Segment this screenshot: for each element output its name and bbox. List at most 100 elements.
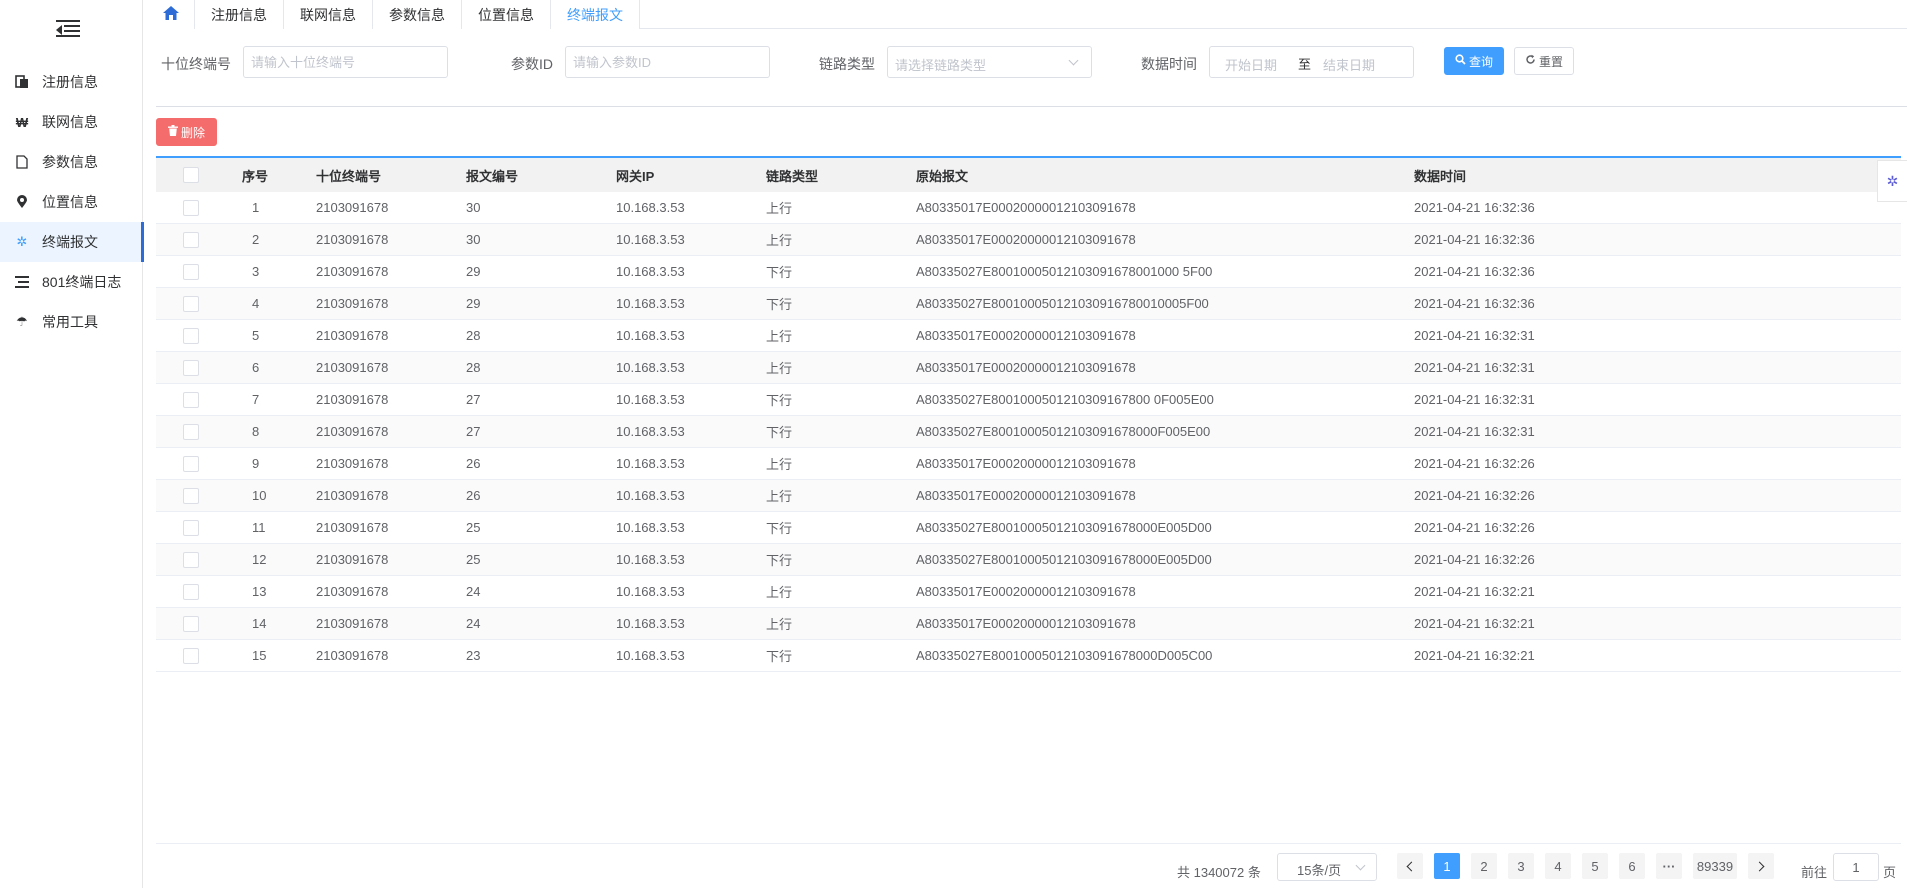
cell-gateway-ip: 10.168.3.53	[616, 200, 685, 215]
cell-data-time: 2021-04-21 16:32:26	[1414, 520, 1535, 535]
row-checkbox[interactable]	[183, 359, 199, 376]
table-row[interactable]: 11 2103091678 25 10.168.3.53 下行 A80335027E800…	[156, 512, 1901, 544]
delete-button[interactable]: 删除	[156, 118, 217, 146]
row-checkbox[interactable]	[183, 487, 199, 504]
table-row[interactable]: 14 2103091678 24 10.168.3.53 上行 A80335017E000…	[156, 608, 1901, 640]
date-range-picker[interactable]: 开始日期 至 结束日期	[1209, 46, 1414, 78]
row-checkbox[interactable]	[183, 551, 199, 568]
sidebar-item-location[interactable]: 位置信息	[0, 182, 143, 222]
cell-data-time: 2021-04-21 16:32:26	[1414, 488, 1535, 503]
sidebar-item-network[interactable]: ₩ 联网信息	[0, 102, 143, 142]
page-2-button[interactable]: 2	[1471, 853, 1497, 879]
tab-register[interactable]: 注册信息	[195, 0, 284, 29]
link-type-placeholder: 请选择链路类型	[895, 58, 987, 73]
header-message-no: 报文编号	[466, 168, 519, 184]
reset-button[interactable]: 重置	[1514, 47, 1574, 75]
page-4-button[interactable]: 4	[1545, 853, 1571, 879]
page-3-button[interactable]: 3	[1508, 853, 1534, 879]
param-id-input[interactable]	[565, 46, 770, 78]
query-button[interactable]: 查询	[1444, 47, 1504, 75]
cell-raw-message: A80335017E00020000012103091678	[916, 488, 1136, 503]
sidebar-item-tools[interactable]: ☂ 常用工具	[0, 302, 143, 342]
menu-collapse-icon[interactable]	[56, 20, 80, 38]
cell-index: 3	[252, 264, 260, 279]
row-checkbox[interactable]	[183, 327, 199, 344]
table-row[interactable]: 6 2103091678 28 10.168.3.53 上行 A80335017E0002…	[156, 352, 1901, 384]
tab-network[interactable]: 联网信息	[284, 0, 373, 29]
cell-raw-message: A80335017E00020000012103091678	[916, 616, 1136, 631]
goto-page-input[interactable]	[1833, 853, 1879, 881]
table-row[interactable]: 10 2103091678 26 10.168.3.53 上行 A80335017E000…	[156, 480, 1901, 512]
cell-terminal: 2103091678	[316, 552, 389, 567]
next-page-button[interactable]	[1748, 853, 1774, 879]
end-date-placeholder: 结束日期	[1323, 58, 1376, 73]
row-checkbox[interactable]	[183, 615, 199, 632]
row-checkbox[interactable]	[183, 647, 199, 664]
row-checkbox[interactable]	[183, 391, 199, 408]
reset-label: 重置	[1538, 54, 1563, 69]
cell-terminal: 2103091678	[316, 584, 389, 599]
table-row[interactable]: 7 2103091678 27 10.168.3.53 下行 A80335027E8001…	[156, 384, 1901, 416]
cell-raw-message: A80335027E80010005012103091678000F005E00	[916, 424, 1211, 439]
sidebar-item-801-log[interactable]: 801终端日志	[0, 262, 143, 302]
sidebar-item-params[interactable]: 参数信息	[0, 142, 143, 182]
cell-index: 15	[252, 648, 267, 663]
table-row[interactable]: 15 2103091678 23 10.168.3.53 下行 A80335027E800…	[156, 640, 1901, 672]
cell-index: 4	[252, 296, 260, 311]
cell-raw-message: A80335027E80010005012103091678000E005D00	[916, 520, 1212, 535]
row-checkbox[interactable]	[183, 519, 199, 536]
row-checkbox[interactable]	[183, 455, 199, 472]
table-row[interactable]: 1 2103091678 30 10.168.3.53 上行 A80335017E0002…	[156, 192, 1901, 224]
row-checkbox[interactable]	[183, 423, 199, 440]
last-page-button[interactable]: 89339	[1693, 853, 1737, 879]
sidebar-item-label: 常用工具	[42, 314, 98, 330]
table-row[interactable]: 12 2103091678 25 10.168.3.53 下行 A80335027E800…	[156, 544, 1901, 576]
table-row[interactable]: 2 2103091678 30 10.168.3.53 上行 A80335017E0002…	[156, 224, 1901, 256]
sidebar-item-terminal-message[interactable]: ✲ 终端报文	[0, 222, 144, 262]
row-checkbox[interactable]	[183, 263, 199, 280]
more-pages-button[interactable]: ···	[1656, 853, 1682, 879]
page-5-button[interactable]: 5	[1582, 853, 1608, 879]
row-checkbox[interactable]	[183, 295, 199, 312]
tab-params[interactable]: 参数信息	[373, 0, 462, 29]
tab-terminal-message[interactable]: 终端报文	[551, 0, 640, 29]
table-row[interactable]: 13 2103091678 24 10.168.3.53 上行 A80335017E000…	[156, 576, 1901, 608]
delete-label: 删除	[180, 125, 205, 140]
cell-link-type: 上行	[766, 489, 793, 504]
cell-terminal: 2103091678	[316, 392, 389, 407]
cell-raw-message: A80335017E00020000012103091678	[916, 360, 1136, 375]
cell-terminal: 2103091678	[316, 360, 389, 375]
cell-message-no: 27	[466, 424, 481, 439]
page-6-button[interactable]: 6	[1619, 853, 1645, 879]
row-checkbox[interactable]	[183, 199, 199, 216]
settings-gear-icon[interactable]: ✲	[1877, 160, 1907, 202]
data-time-label: 数据时间	[1141, 56, 1197, 72]
cell-index: 8	[252, 424, 260, 439]
cell-message-no: 26	[466, 456, 481, 471]
page-size-select[interactable]: 15条/页	[1277, 853, 1377, 881]
cell-data-time: 2021-04-21 16:32:36	[1414, 296, 1535, 311]
sidebar-item-label: 联网信息	[42, 114, 98, 130]
prev-page-button[interactable]	[1397, 853, 1423, 879]
cell-message-no: 25	[466, 552, 481, 567]
table-row[interactable]: 5 2103091678 28 10.168.3.53 上行 A80335017E0002…	[156, 320, 1901, 352]
row-checkbox[interactable]	[183, 583, 199, 600]
cell-link-type: 下行	[766, 521, 793, 536]
tab-location[interactable]: 位置信息	[462, 0, 551, 29]
log-icon	[15, 275, 29, 289]
cell-link-type: 下行	[766, 393, 793, 408]
page-1-button[interactable]: 1	[1434, 853, 1460, 879]
table-row[interactable]: 3 2103091678 29 10.168.3.53 下行 A80335027E8001…	[156, 256, 1901, 288]
row-checkbox[interactable]	[183, 231, 199, 248]
terminal-input[interactable]	[243, 46, 448, 78]
table-row[interactable]: 9 2103091678 26 10.168.3.53 上行 A80335017E0002…	[156, 448, 1901, 480]
link-type-label: 链路类型	[819, 56, 875, 72]
select-all-checkbox[interactable]	[183, 167, 199, 183]
table-row[interactable]: 8 2103091678 27 10.168.3.53 下行 A80335027E8001…	[156, 416, 1901, 448]
filter-bar: 十位终端号 参数ID 链路类型 请选择链路类型 数据时间 开始日期 至 结束日期…	[0, 46, 1907, 78]
cell-message-no: 30	[466, 232, 481, 247]
table-row[interactable]: 4 2103091678 29 10.168.3.53 下行 A80335027E8001…	[156, 288, 1901, 320]
link-type-select[interactable]: 请选择链路类型	[887, 46, 1092, 78]
cell-gateway-ip: 10.168.3.53	[616, 520, 685, 535]
tab-home[interactable]	[148, 0, 195, 29]
